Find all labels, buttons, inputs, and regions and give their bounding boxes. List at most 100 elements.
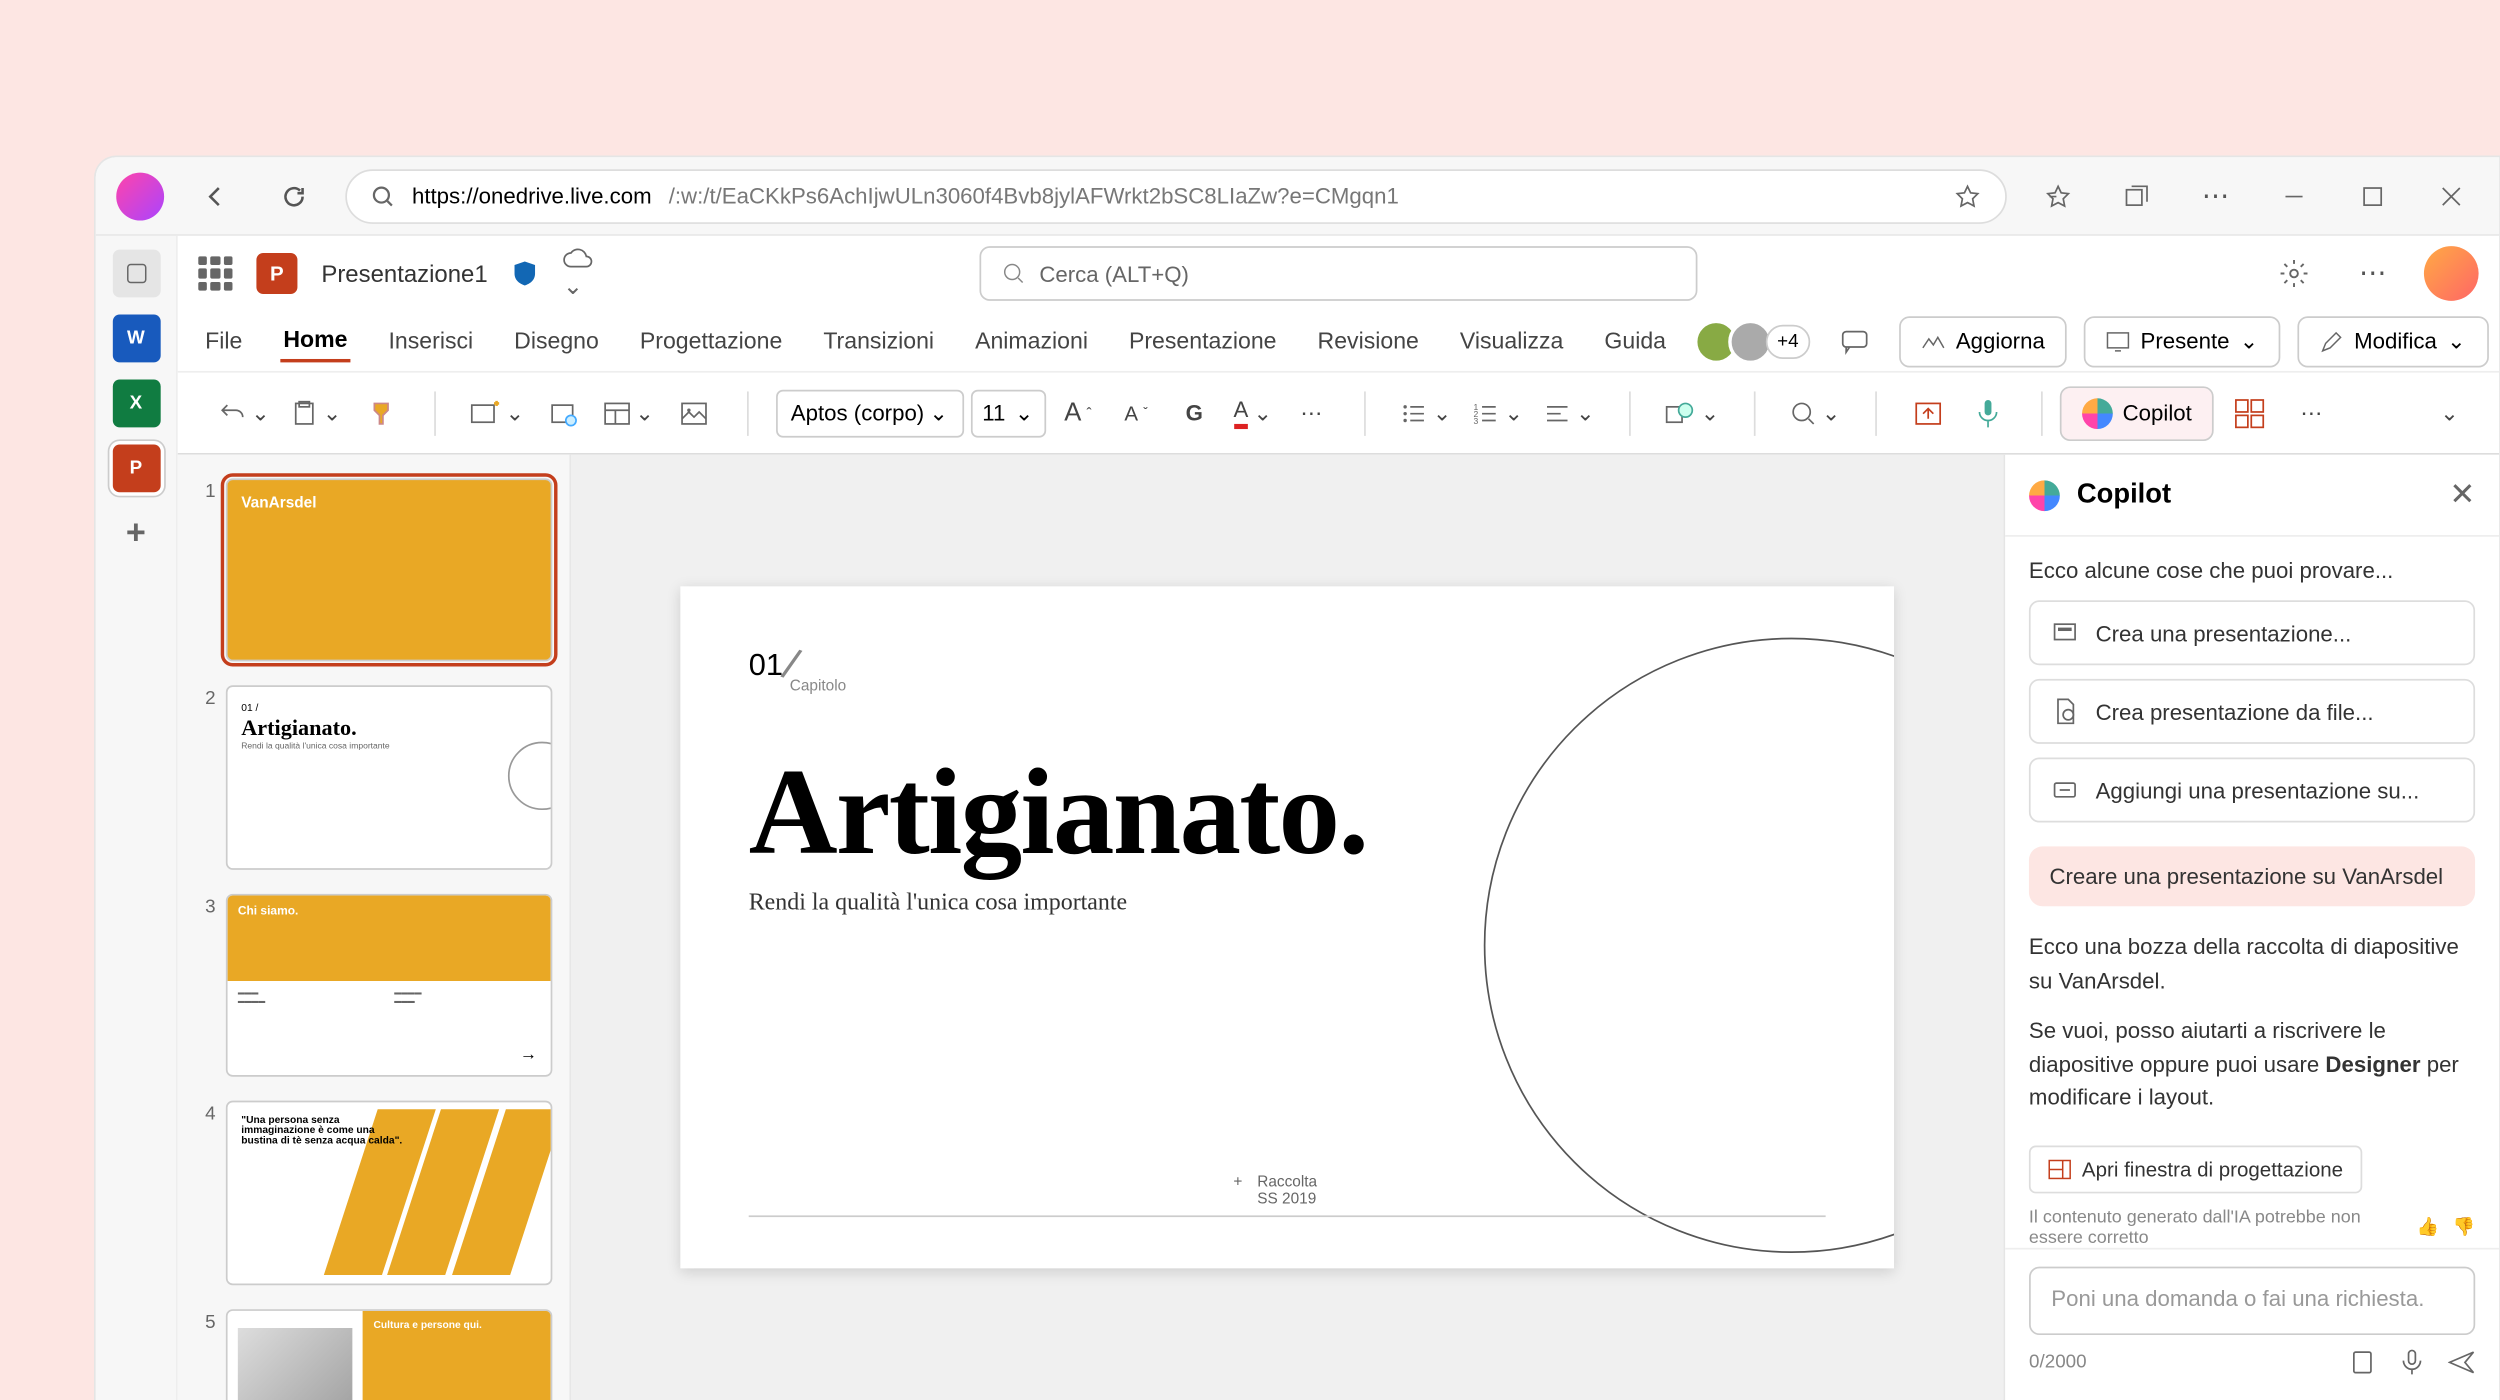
maximize-button[interactable] (2345, 168, 2400, 223)
copilot-suggestion-create[interactable]: Crea una presentazione... (2029, 600, 2475, 665)
layout-button[interactable]: ⌄ (596, 387, 661, 438)
favorites-icon[interactable] (2031, 168, 2086, 223)
find-button[interactable]: ⌄ (1783, 387, 1848, 438)
thumbs-up-icon[interactable]: 👍 (2417, 1215, 2439, 1237)
presence-avatars[interactable]: +4 (1704, 319, 1811, 363)
url-host: https://onedrive.live.com (412, 183, 652, 209)
ribbon-tabs: File Home Inserisci Disegno Progettazion… (178, 311, 2499, 373)
ribbon-collapse-button[interactable]: ⌄ (2424, 387, 2475, 438)
sensitivity-shield-icon[interactable] (512, 260, 539, 287)
bullets-button[interactable]: ⌄ (1394, 387, 1459, 438)
undo-button[interactable]: ⌄ (212, 387, 277, 438)
present-button[interactable]: Presente ⌄ (2084, 315, 2281, 366)
address-bar[interactable]: https://onedrive.live.com /:w:/t/EaCKkPs6… (345, 168, 2007, 223)
tab-review[interactable]: Revisione (1314, 321, 1422, 360)
tab-file[interactable]: File (202, 321, 246, 360)
open-designer-button[interactable]: Apri finestra di progettazione (2029, 1144, 2362, 1192)
rail-powerpoint-icon[interactable]: P (112, 444, 160, 492)
copilot-close-button[interactable]: ✕ (2449, 477, 2475, 513)
favorite-icon[interactable] (1954, 182, 1981, 209)
paste-button[interactable]: ⌄ (284, 387, 349, 438)
slide-thumbnail-2[interactable]: 01 / Artigianato. Rendi la qualità l'uni… (226, 686, 552, 870)
copilot-input[interactable]: Poni una domanda o fai una richiesta. (2029, 1267, 2475, 1335)
numbering-button[interactable]: 123⌄ (1465, 387, 1530, 438)
tab-view[interactable]: Visualizza (1456, 321, 1566, 360)
copilot-suggestion-add-about[interactable]: Aggiungi una presentazione su... (2029, 757, 2475, 822)
dictate-button[interactable] (1962, 387, 2013, 438)
designer-button[interactable] (1904, 387, 1955, 438)
document-title[interactable]: Presentazione1 (321, 260, 487, 287)
svg-text:3: 3 (1474, 415, 1479, 425)
char-counter: 0/2000 (2029, 1352, 2087, 1373)
tab-slideshow[interactable]: Presentazione (1126, 321, 1280, 360)
align-button[interactable]: ⌄ (1537, 387, 1602, 438)
browser-toolbar: https://onedrive.live.com /:w:/t/EaCKkPs6… (96, 157, 2499, 236)
browser-more-icon[interactable]: ⋯ (2188, 168, 2243, 223)
slide-thumbnail-4[interactable]: "Una persona senza immaginazione è come … (226, 1101, 552, 1285)
editing-mode-button[interactable]: Modifica ⌄ (2298, 315, 2488, 366)
picture-button[interactable] (668, 387, 719, 438)
copilot-intro-text: Ecco alcune cose che puoi provare... (2029, 557, 2475, 583)
copilot-input-area: Poni una domanda o fai una richiesta. 0/… (2005, 1248, 2499, 1400)
designer-icon (2048, 1156, 2072, 1180)
tab-insert[interactable]: Inserisci (385, 321, 476, 360)
user-avatar[interactable] (2424, 246, 2479, 301)
copilot-suggestion-from-file[interactable]: Crea presentazione da file... (2029, 679, 2475, 744)
decrease-font-button[interactable]: Aˇ (1110, 387, 1161, 438)
back-button[interactable] (188, 168, 243, 223)
slide-thumbnail-3[interactable]: Chi siamo. ▬▬▬▬▬▬▬▬▬▬▬▬▬▬ → (226, 894, 552, 1078)
copilot-ribbon-button[interactable]: Copilot (2059, 385, 2214, 440)
browser-profile-avatar[interactable] (116, 172, 164, 220)
tab-transitions[interactable]: Transizioni (820, 321, 938, 360)
file-icon (2051, 697, 2078, 724)
increase-font-button[interactable]: Aˆ (1052, 387, 1103, 438)
shapes-button[interactable]: ⌄ (1658, 387, 1726, 438)
format-painter-button[interactable] (355, 387, 406, 438)
copilot-response-1: Ecco una bozza della raccolta di diaposi… (2029, 930, 2475, 997)
collections-icon[interactable] (2109, 168, 2164, 223)
font-color-button[interactable]: A ⌄ (1227, 387, 1279, 438)
slide-canvas[interactable]: 01/ Capitolo Artigianato. Rendi la quali… (680, 586, 1894, 1269)
tab-help[interactable]: Guida (1601, 321, 1669, 360)
search-input[interactable]: Cerca (ALT+Q) (979, 246, 1697, 301)
app-rail: W X P + (96, 236, 178, 1400)
workspace: 1 VanArsdel 2 01 / Artigianato. Rendi la… (178, 455, 2499, 1400)
toolbar-more-button[interactable]: ⋯ (2286, 387, 2337, 438)
bold-button[interactable]: G (1169, 387, 1220, 438)
tab-draw[interactable]: Disegno (511, 321, 603, 360)
app-launcher-icon[interactable] (198, 256, 232, 290)
font-size-select[interactable]: 11⌄ (970, 389, 1045, 437)
rail-add-button[interactable]: + (112, 509, 160, 557)
settings-icon[interactable] (2267, 246, 2322, 301)
more-options-icon[interactable]: ⋯ (2345, 246, 2400, 301)
cloud-sync-icon[interactable]: ⌄ (563, 247, 594, 300)
rail-excel-icon[interactable]: X (112, 379, 160, 427)
thumbs-down-icon[interactable]: 👎 (2453, 1215, 2475, 1237)
font-more-button[interactable]: ⋯ (1286, 387, 1337, 438)
copilot-send-button[interactable] (2448, 1349, 2475, 1376)
slide-thumbnail-1[interactable]: VanArsdel (226, 479, 552, 663)
rail-word-icon[interactable]: W (112, 315, 160, 363)
reuse-slides-button[interactable] (538, 387, 589, 438)
copilot-attach-icon[interactable] (2349, 1349, 2376, 1376)
rail-home-icon[interactable] (112, 250, 160, 298)
font-family-select[interactable]: Aptos (corpo)⌄ (775, 389, 963, 437)
tab-animations[interactable]: Animazioni (972, 321, 1092, 360)
comments-icon[interactable] (1828, 314, 1883, 369)
minimize-button[interactable] (2267, 168, 2322, 223)
search-icon (1002, 262, 1026, 286)
tab-home[interactable]: Home (280, 320, 351, 363)
slide-decoration-circle (1484, 637, 1894, 1252)
slide-thumbnail-5[interactable]: Cultura e persone qui. (226, 1309, 552, 1400)
slide-footer: + Raccolta SS 2019 (1257, 1173, 1317, 1207)
designer-grid-button[interactable] (2224, 387, 2275, 438)
copilot-conversation: Ecco alcune cose che puoi provare... Cre… (2005, 537, 2499, 1248)
catchup-button[interactable]: Aggiorna (1899, 315, 2067, 366)
refresh-button[interactable] (267, 168, 322, 223)
copilot-title: Copilot (2077, 479, 2171, 510)
url-path: /:w:/t/EaCKkPs6AchIjwULn3060f4Bvb8jylAFW… (669, 183, 1399, 209)
close-button[interactable] (2424, 168, 2479, 223)
copilot-mic-icon[interactable] (2400, 1349, 2424, 1376)
new-slide-button[interactable]: ⌄ (463, 387, 531, 438)
tab-design[interactable]: Progettazione (636, 321, 785, 360)
